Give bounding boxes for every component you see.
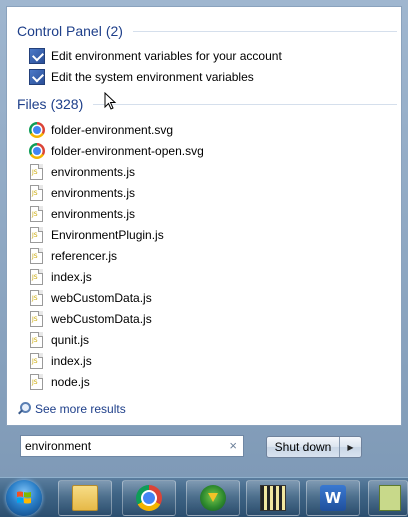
js-file-icon [30, 332, 43, 348]
control-panel-icon [29, 48, 45, 64]
js-file-icon [30, 164, 43, 180]
chrome-icon [29, 122, 45, 138]
result-item[interactable]: folder-environment-open.svg [29, 141, 204, 161]
clear-search-icon[interactable]: × [229, 438, 237, 454]
divider [132, 30, 397, 32]
js-file-icon [30, 269, 43, 285]
control-panel-group-header[interactable]: Control Panel (2) [17, 21, 397, 41]
group-count: (2) [105, 23, 123, 39]
js-file-icon [30, 374, 43, 390]
result-item[interactable]: environments.js [29, 204, 135, 224]
result-label: webCustomData.js [51, 312, 152, 326]
taskbar-download-manager-button[interactable] [186, 480, 240, 516]
see-more-label: See more results [35, 402, 126, 416]
result-item[interactable]: node.js [29, 372, 90, 392]
js-file-icon [30, 206, 43, 222]
result-item[interactable]: referencer.js [29, 246, 117, 266]
result-item[interactable]: webCustomData.js [29, 288, 152, 308]
result-label: webCustomData.js [51, 291, 152, 305]
start-button[interactable] [6, 480, 42, 516]
taskbar-media-player-button[interactable] [246, 480, 300, 516]
result-item[interactable]: index.js [29, 351, 92, 371]
chrome-icon [29, 143, 45, 159]
folder-icon [72, 485, 98, 511]
download-manager-icon [200, 485, 226, 511]
group-count: (328) [50, 96, 84, 112]
taskbar-app-button[interactable] [368, 480, 408, 516]
see-more-results-link[interactable]: See more results [17, 400, 126, 418]
taskbar-explorer-button[interactable] [58, 480, 112, 516]
result-label: environments.js [51, 165, 136, 179]
shutdown-button[interactable]: Shut down [267, 437, 340, 457]
chrome-icon [136, 485, 162, 511]
start-menu: Control Panel (2) Edit environment varia… [0, 0, 408, 477]
result-label: EnvironmentPlugin.js [51, 228, 164, 242]
js-file-icon [30, 248, 43, 264]
js-file-icon [30, 227, 43, 243]
taskbar-chrome-button[interactable] [122, 480, 176, 516]
result-item[interactable]: index.js [29, 267, 92, 287]
result-label: folder-environment-open.svg [51, 144, 204, 158]
mouse-cursor-icon [104, 92, 117, 110]
files-group-header[interactable]: Files (328) [17, 94, 397, 114]
search-box[interactable]: × [20, 435, 244, 457]
result-label: qunit.js [51, 333, 90, 347]
result-label: folder-environment.svg [51, 123, 174, 137]
group-title: Files [17, 96, 47, 112]
js-file-icon [30, 311, 43, 327]
shutdown-button-group: Shut down ▶ [266, 436, 362, 458]
js-file-icon [30, 185, 43, 201]
divider [93, 103, 397, 105]
search-icon [17, 402, 31, 416]
result-label: Edit environment variables for your acco… [51, 49, 282, 63]
result-label: node.js [51, 375, 90, 389]
result-item[interactable]: qunit.js [29, 330, 89, 350]
app-icon [379, 485, 401, 511]
word-icon: W [320, 485, 346, 511]
result-label: environments.js [51, 186, 136, 200]
result-item[interactable]: Edit environment variables for your acco… [29, 46, 282, 66]
result-item[interactable]: webCustomData.js [29, 309, 152, 329]
result-item[interactable]: folder-environment.svg [29, 120, 173, 140]
result-item[interactable]: environments.js [29, 183, 135, 203]
taskbar: W [0, 477, 408, 517]
result-label: index.js [51, 354, 92, 368]
search-input[interactable] [21, 437, 219, 455]
windows-logo-icon [17, 491, 31, 504]
result-item[interactable]: Edit the system environment variables [29, 67, 254, 87]
result-label: environments.js [51, 207, 136, 221]
group-title: Control Panel [17, 23, 102, 39]
media-player-icon [260, 485, 286, 511]
search-results-panel: Control Panel (2) Edit environment varia… [6, 6, 402, 426]
result-item[interactable]: EnvironmentPlugin.js [29, 225, 164, 245]
result-label: referencer.js [51, 249, 118, 263]
result-item[interactable]: environments.js [29, 162, 135, 182]
result-label: index.js [51, 270, 92, 284]
control-panel-icon [29, 69, 45, 85]
js-file-icon [30, 290, 43, 306]
js-file-icon [30, 353, 43, 369]
result-label: Edit the system environment variables [51, 70, 254, 84]
shutdown-options-arrow-icon[interactable]: ▶ [340, 437, 361, 457]
taskbar-word-button[interactable]: W [306, 480, 360, 516]
